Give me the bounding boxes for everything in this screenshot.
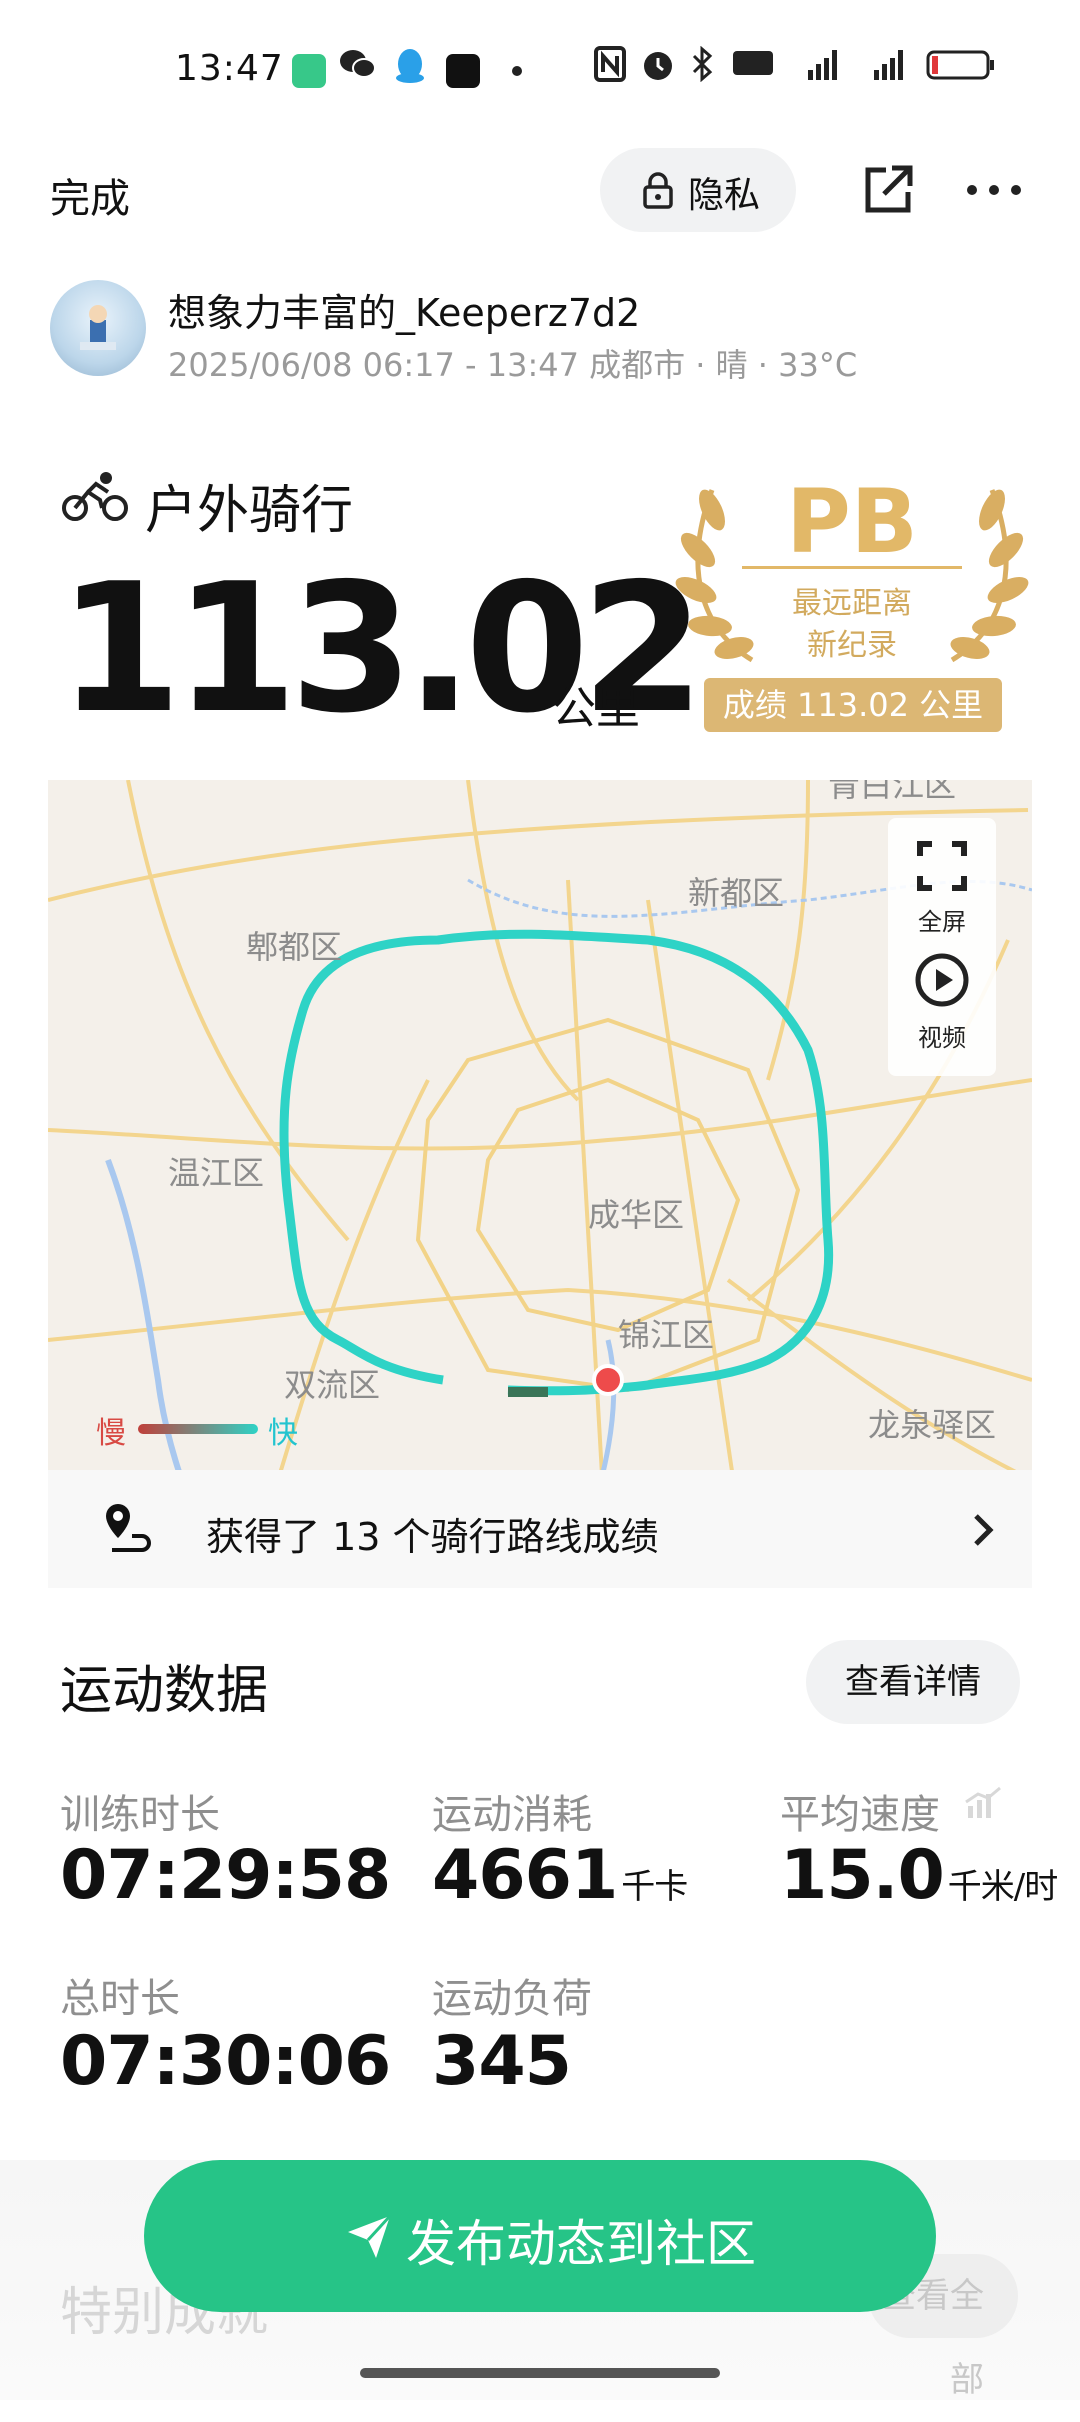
- qq-icon: [392, 46, 428, 94]
- fullscreen-label: 全屏: [918, 908, 966, 936]
- stat-unit: 千卡: [621, 1867, 688, 1907]
- map-tools-panel: 全屏 视频: [888, 818, 996, 1076]
- stat-value-total-time: 07:30:06: [60, 2022, 391, 2101]
- stats-section-title: 运动数据: [60, 1661, 269, 1721]
- activity-meta: 2025/06/08 06:17 - 13:47 成都市 · 晴 · 33°C: [168, 346, 858, 384]
- stat-number: 15.0: [780, 1836, 945, 1915]
- done-button[interactable]: 完成: [50, 166, 130, 224]
- map-label-wenjiang: 温江区: [168, 1154, 265, 1192]
- lock-icon: [643, 172, 673, 209]
- wechat-icon: [338, 46, 378, 90]
- route-pin-icon: [106, 1504, 151, 1552]
- map-label-chenghua: 成华区: [588, 1196, 685, 1234]
- map-label-qingbaijiang: 青白江区: [828, 780, 957, 804]
- signal-5g-icon: [790, 46, 842, 90]
- nfc-icon: [594, 46, 626, 90]
- map-label-jinjiang: 锦江区: [618, 1316, 715, 1354]
- publish-to-community-button[interactable]: 发布动态到社区: [144, 2160, 936, 2312]
- alarm-icon: [640, 46, 676, 90]
- map-label-xindu: 新都区: [688, 874, 785, 912]
- view-details-button[interactable]: 查看详情: [806, 1640, 1020, 1724]
- route-achievements-banner[interactable]: 获得了 13 个骑行路线成绩: [48, 1470, 1032, 1588]
- stat-unit: 千米/时: [947, 1867, 1058, 1907]
- video-label: 视频: [918, 1024, 966, 1052]
- stat-label-training-time: 训练时长: [60, 1792, 220, 1838]
- signal-5g-icon-2: [856, 46, 908, 90]
- more-icon[interactable]: [964, 162, 1024, 218]
- speed-legend-fast: 快: [268, 1416, 298, 1451]
- fullscreen-button[interactable]: 全屏: [888, 818, 996, 938]
- pb-divider: [742, 566, 962, 569]
- publish-label: 发布动态到社区: [406, 2215, 756, 2273]
- pb-title: PB: [786, 470, 918, 573]
- pb-record-label: 成绩 113.02 公里: [704, 678, 1002, 732]
- route-map[interactable]: 青白江区 新都区 郫都区 温江区 成华区 锦江区 双流区 龙泉驿区: [48, 780, 1032, 1580]
- speed-legend-slow: 慢: [96, 1416, 126, 1451]
- speed-legend-bar: [138, 1424, 258, 1434]
- username: 想象力丰富的_Keeperz7d2: [168, 291, 641, 335]
- battery-app-icon: [292, 54, 326, 88]
- bluetooth-icon: [690, 45, 714, 90]
- play-icon: [915, 953, 969, 1007]
- stat-number: 4661: [432, 1836, 618, 1915]
- privacy-label: 隐私: [688, 175, 761, 216]
- speed-chart-icon: [965, 1786, 1001, 1818]
- send-icon: [348, 2214, 392, 2258]
- share-icon[interactable]: [860, 162, 916, 218]
- fullscreen-icon: [917, 841, 967, 891]
- pb-subtitle-2: 新纪录: [807, 628, 897, 663]
- map-label-pidu: 郫都区: [246, 928, 343, 966]
- stat-number: 07:30:06: [60, 2022, 391, 2101]
- distance-unit: 公里: [552, 683, 640, 734]
- privacy-button[interactable]: 隐私: [600, 148, 796, 232]
- stat-label-total-time: 总时长: [60, 1976, 180, 2022]
- chevron-right-icon: [974, 1514, 994, 1546]
- stat-number: 345: [432, 2022, 572, 2101]
- stat-label-avg-speed: 平均速度: [780, 1792, 940, 1838]
- hd-icon: [732, 46, 774, 88]
- home-indicator[interactable]: [360, 2368, 720, 2378]
- stat-value-training-time: 07:29:58: [60, 1836, 391, 1915]
- map-label-shuangliu: 双流区: [284, 1366, 381, 1404]
- battery-icon: [926, 46, 996, 90]
- cycling-icon: [62, 472, 128, 521]
- stat-value-load: 345: [432, 2022, 572, 2101]
- status-time: 13:47: [175, 48, 284, 89]
- stat-value-avg-speed: 15.0 千米/时: [780, 1836, 1058, 1915]
- stat-label-load: 运动负荷: [432, 1976, 592, 2022]
- pb-subtitle-1: 最远距离: [792, 586, 912, 621]
- avatar[interactable]: [50, 280, 146, 376]
- activity-type: 户外骑行: [145, 481, 354, 541]
- stat-value-calories: 4661 千卡: [432, 1836, 688, 1915]
- status-bar: 13:47: [0, 0, 1080, 140]
- video-button[interactable]: 视频: [888, 946, 996, 1066]
- route-achievements-text: 获得了 13 个骑行路线成绩: [206, 1515, 659, 1559]
- dot-icon: [512, 66, 522, 76]
- stat-label-calories: 运动消耗: [432, 1792, 592, 1838]
- speed-legend: 慢 快: [96, 1408, 316, 1451]
- capcut-icon: [446, 54, 480, 88]
- stat-number: 07:29:58: [60, 1836, 391, 1915]
- map-label-longquanyi: 龙泉驿区: [868, 1406, 997, 1444]
